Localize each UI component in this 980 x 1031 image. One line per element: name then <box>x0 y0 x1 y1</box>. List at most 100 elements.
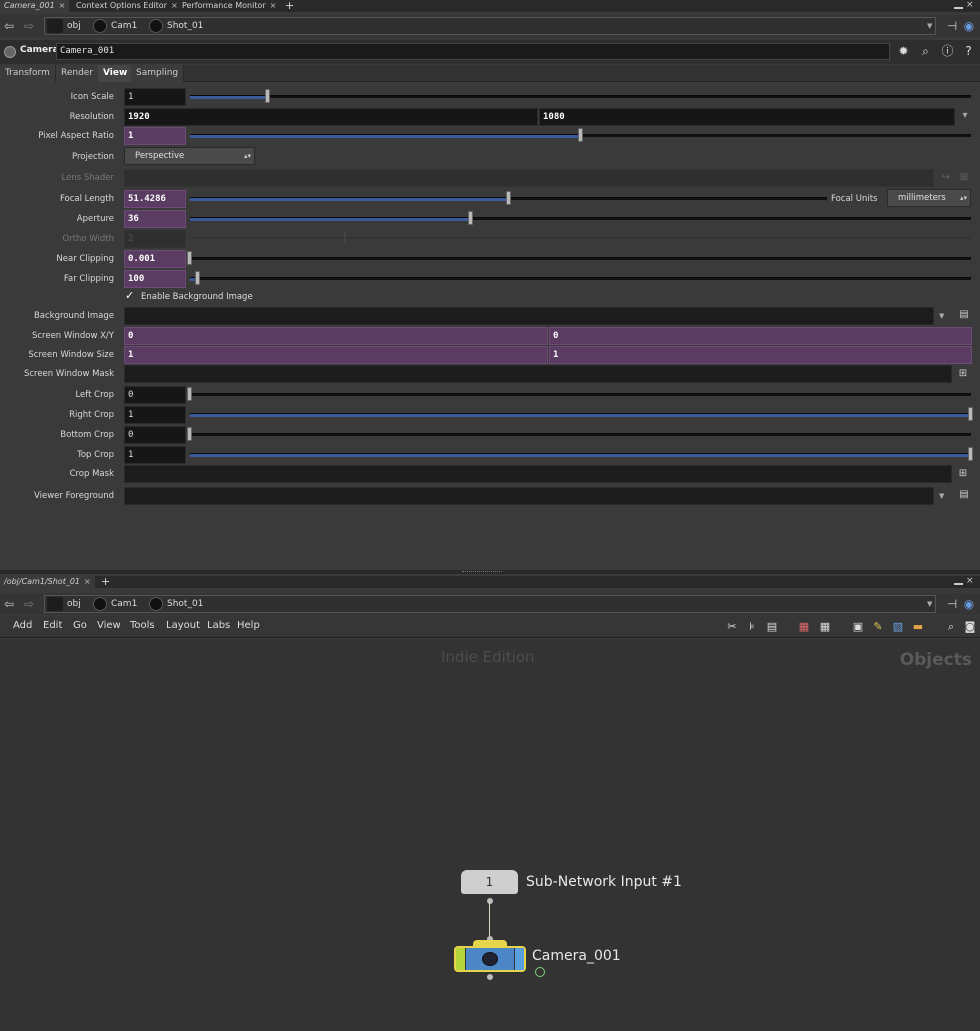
image-icon[interactable]: ▧ <box>891 620 905 634</box>
breadcrumb-shot01[interactable]: Shot_01 <box>149 17 203 35</box>
right-crop-slider[interactable] <box>190 413 971 417</box>
screen-window-x-field[interactable]: 0 <box>124 327 548 345</box>
ortho-width-field[interactable]: 2 <box>124 230 186 248</box>
bottom-crop-slider-handle[interactable] <box>187 427 192 441</box>
viewer-foreground-field[interactable] <box>124 487 934 505</box>
camera-view-icon[interactable]: ◙ <box>963 620 977 634</box>
breadcrumb-cam1[interactable]: Cam1 <box>93 595 137 613</box>
pane-menu-icon[interactable] <box>954 2 963 9</box>
aperture-field[interactable]: 36 <box>124 210 186 228</box>
menu-edit[interactable]: Edit <box>43 620 62 631</box>
bottom-crop-field[interactable]: 0 <box>124 426 186 444</box>
breadcrumb-obj[interactable]: obj <box>47 595 81 613</box>
pin-icon[interactable]: ⊣ <box>945 19 959 33</box>
far-clipping-slider[interactable] <box>190 277 971 281</box>
projection-dropdown[interactable]: Perspective ▴▾ <box>124 147 255 165</box>
tab-camera-001[interactable]: Camera_001 × <box>0 0 70 12</box>
screen-window-size-y-field[interactable]: 1 <box>549 346 972 364</box>
breadcrumb-cam1[interactable]: Cam1 <box>93 17 137 35</box>
close-pane-icon[interactable]: × <box>966 576 974 586</box>
link-icon[interactable]: ◉ <box>962 597 976 611</box>
output-connector[interactable] <box>487 898 493 904</box>
crop-mask-field[interactable] <box>124 465 952 483</box>
add-tab-button[interactable]: + <box>101 575 110 588</box>
node-chooser-icon[interactable]: ⊞ <box>955 466 971 482</box>
menu-help[interactable]: Help <box>237 620 260 631</box>
tab-network-path[interactable]: /obj/Cam1/Shot_01 × <box>0 576 95 588</box>
near-clipping-field[interactable]: 0.001 <box>124 250 186 268</box>
pane-splitter[interactable] <box>0 570 980 574</box>
tab-render[interactable]: Render <box>56 65 100 82</box>
tab-transform[interactable]: Transform <box>0 65 56 82</box>
info-icon[interactable]: ⓘ <box>940 44 955 59</box>
focal-units-dropdown[interactable]: millimeters ▴▾ <box>887 189 971 207</box>
pixel-aspect-field[interactable]: 1 <box>124 127 186 145</box>
resolution-x-field[interactable]: 1920 <box>124 108 538 126</box>
focal-length-field[interactable]: 51.4286 <box>124 190 186 208</box>
pin-icon[interactable]: ⊣ <box>945 597 959 611</box>
display-flag[interactable] <box>456 948 466 970</box>
network-box-icon[interactable]: ▣ <box>851 620 865 634</box>
subnet-input-node[interactable]: 1 <box>461 870 518 894</box>
forward-arrow-icon[interactable]: ⇨ <box>22 19 36 33</box>
tab-view[interactable]: View <box>98 65 134 82</box>
grid-icon[interactable]: ▦ <box>818 620 832 634</box>
icon-scale-slider[interactable] <box>190 95 971 99</box>
ortho-width-slider[interactable] <box>190 237 971 239</box>
pane-menu-icon[interactable] <box>954 578 963 585</box>
back-arrow-icon[interactable]: ⇦ <box>2 597 16 611</box>
icon-scale-field[interactable]: 1 <box>124 88 186 106</box>
node-name-field[interactable]: Camera_001 <box>56 43 890 60</box>
menu-layout[interactable]: Layout <box>166 620 200 631</box>
close-pane-icon[interactable]: × <box>966 0 974 10</box>
jump-to-operator-icon[interactable]: ↪ <box>938 170 954 186</box>
close-icon[interactable]: × <box>171 1 178 10</box>
enable-bg-checkbox[interactable]: ✓ <box>125 290 136 301</box>
resolution-menu-icon[interactable]: ▾ <box>957 108 973 124</box>
near-clipping-slider[interactable] <box>190 257 971 260</box>
bottom-crop-slider[interactable] <box>190 433 971 436</box>
background-image-field[interactable] <box>124 307 934 325</box>
file-chooser-icon[interactable]: ▤ <box>956 307 972 323</box>
close-icon[interactable]: × <box>270 1 277 10</box>
far-clipping-slider-handle[interactable] <box>194 271 200 285</box>
node-chooser-icon[interactable]: ⊞ <box>955 366 971 382</box>
color-palette-icon[interactable]: ▦ <box>797 620 811 634</box>
connection-wire[interactable] <box>489 901 490 939</box>
close-icon[interactable]: × <box>84 577 91 586</box>
tab-context-options-editor[interactable]: Context Options Editor × <box>72 0 182 12</box>
menu-add[interactable]: Add <box>13 620 32 631</box>
tab-performance-monitor[interactable]: Performance Monitor × <box>178 0 280 12</box>
node-chooser-icon[interactable]: ⊞ <box>956 170 972 186</box>
aperture-slider-handle[interactable] <box>468 211 474 225</box>
background-image-icon[interactable]: ▬ <box>911 620 925 634</box>
help-icon[interactable]: ? <box>961 44 976 59</box>
left-crop-slider-handle[interactable] <box>187 387 192 401</box>
tools-icon[interactable]: ✂ <box>725 620 739 634</box>
breadcrumb-shot01[interactable]: Shot_01 <box>149 595 203 613</box>
menu-view[interactable]: View <box>97 620 121 631</box>
menu-tools[interactable]: Tools <box>130 620 155 631</box>
forward-arrow-icon[interactable]: ⇨ <box>22 597 36 611</box>
menu-go[interactable]: Go <box>73 620 87 631</box>
search-icon[interactable]: ⌕ <box>944 620 958 634</box>
screen-window-size-x-field[interactable]: 1 <box>124 346 548 364</box>
link-icon[interactable]: ◉ <box>962 19 976 33</box>
back-arrow-icon[interactable]: ⇦ <box>2 19 16 33</box>
search-icon[interactable]: ⌕ <box>918 44 933 59</box>
list-view-icon[interactable]: ▤ <box>765 620 779 634</box>
right-crop-field[interactable]: 1 <box>124 406 186 424</box>
top-crop-slider-handle[interactable] <box>968 447 973 461</box>
network-view[interactable] <box>0 639 980 1031</box>
pixel-aspect-slider-handle[interactable] <box>577 128 583 142</box>
right-crop-slider-handle[interactable] <box>968 407 973 421</box>
aperture-slider[interactable] <box>190 217 971 221</box>
near-clipping-slider-handle[interactable] <box>187 251 192 265</box>
camera-node[interactable] <box>454 946 526 972</box>
path-dropdown-icon[interactable]: ▼ <box>927 22 932 30</box>
tab-sampling[interactable]: Sampling <box>131 65 185 82</box>
background-image-dropdown-icon[interactable]: ▼ <box>939 312 944 320</box>
viewer-foreground-dropdown-icon[interactable]: ▼ <box>939 492 944 500</box>
sticky-note-icon[interactable]: ✎ <box>871 620 885 634</box>
tree-view-icon[interactable]: ⊧ <box>745 620 759 634</box>
